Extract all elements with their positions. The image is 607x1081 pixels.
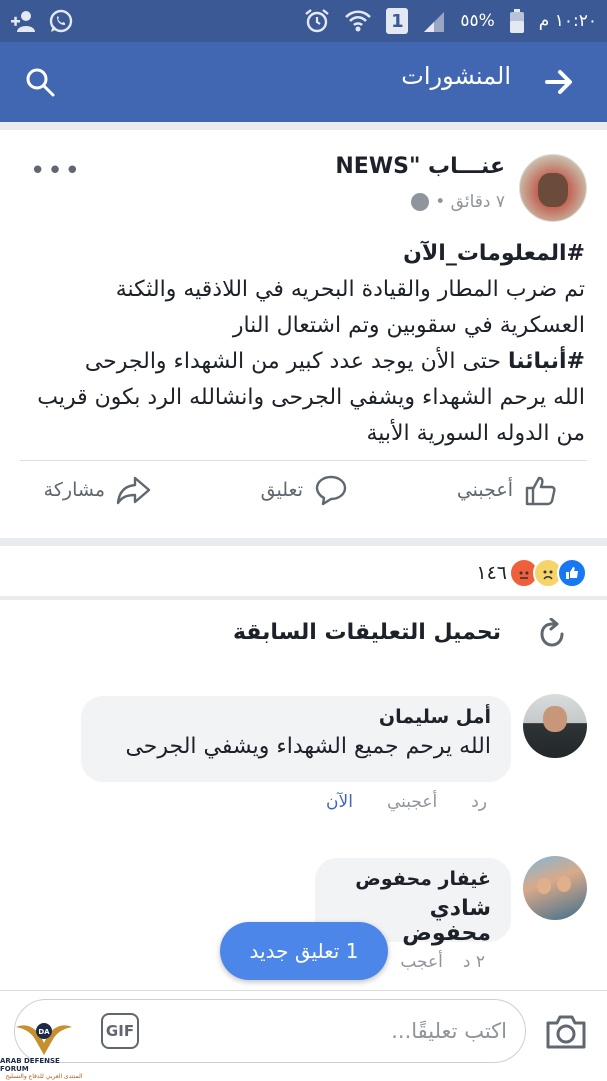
app-bar: المنشورات <box>0 42 607 122</box>
comment-like-button[interactable]: أعجب <box>400 952 443 972</box>
whatsapp-icon <box>48 8 74 34</box>
search-icon[interactable] <box>24 66 56 98</box>
commenter-avatar[interactable] <box>523 694 587 758</box>
svg-text:DA: DA <box>38 1028 50 1036</box>
comment-actions: ٢ د أعجب <box>400 952 485 972</box>
battery-percent: %٥٥ <box>460 11 495 31</box>
status-bar: ١٠:٢٠ م %٥٥ 1 <box>0 0 607 42</box>
commenter-avatar[interactable] <box>523 856 587 920</box>
post-hashtag[interactable]: #أنبائنا <box>508 349 585 374</box>
back-arrow-icon[interactable] <box>541 64 577 100</box>
thumbs-up-icon <box>525 476 556 506</box>
page-title: المنشورات <box>401 62 511 90</box>
share-button[interactable]: مشاركة <box>44 472 153 508</box>
add-contact-icon <box>10 9 36 33</box>
post-time: ٧ دقائق • <box>435 192 505 212</box>
comment-icon <box>315 475 347 506</box>
wifi-icon <box>344 9 372 33</box>
clock-text: ١٠:٢٠ م <box>538 11 597 31</box>
share-label: مشاركة <box>43 479 105 501</box>
post-line: تم ضرب المطار والقيادة البحريه في اللاذق… <box>115 277 585 302</box>
comment-placeholder: اكتب تعليقًا... <box>391 1019 507 1043</box>
post-line: من الدوله السورية الأبية <box>366 421 585 446</box>
more-options-icon[interactable]: ••• <box>30 156 82 186</box>
globe-icon <box>411 193 430 211</box>
comment-time: ٢ د <box>462 952 485 972</box>
sim-number: 1 <box>391 10 404 32</box>
comment-input[interactable]: اكتب تعليقًا... GIF <box>14 999 526 1063</box>
page-avatar[interactable] <box>519 154 587 222</box>
load-previous-comments[interactable]: تحميل التعليقات السابقة <box>233 620 501 645</box>
page-name[interactable]: عنـــاب "NEWS <box>335 154 505 179</box>
post-hashtag[interactable]: #المعلومات_الآن <box>18 236 585 272</box>
like-reaction-icon <box>557 558 587 588</box>
watermark-subtext: المنتدى العربي للدفاع والتسليح <box>5 1073 83 1080</box>
refresh-icon[interactable] <box>536 617 570 652</box>
forum-logo-icon: DA <box>16 1023 72 1055</box>
share-icon <box>116 476 151 505</box>
comment-label: تعليق <box>260 479 303 501</box>
comment-text: الله يرحم جميع الشهداء ويشفي الجرحى <box>125 734 491 759</box>
watermark-text: ARAB DEFENSE FORUM <box>0 1057 60 1073</box>
post-line: الله يرحم الشهداء ويشفي الجرحى وانشالله … <box>37 385 585 410</box>
comment-composer: اكتب تعليقًا... GIF <box>0 990 607 1081</box>
gif-button[interactable]: GIF <box>101 1013 139 1049</box>
comment-time: الآن <box>326 792 353 812</box>
post-line: #أنبائنا حتى الأن يوجد عدد كبير من الشهد… <box>84 349 585 374</box>
reaction-count: ١٤٦ <box>476 562 507 584</box>
comment-like-button[interactable]: أعجبني <box>387 792 437 812</box>
comment-bubble[interactable]: أمل سليمان الله يرحم جميع الشهداء ويشفي … <box>81 696 511 782</box>
forum-watermark-logo: DA ARAB DEFENSE FORUM المنتدى العربي للد… <box>0 1012 88 1080</box>
commenter-name[interactable]: غيفار محفوض <box>335 868 491 890</box>
comment-actions: رد أعجبني الآن <box>326 792 487 812</box>
like-label: أعجبني <box>456 479 513 501</box>
post-line: العسكرية في سقوبين وتم اشتعال النار <box>232 313 585 338</box>
reactions-bar[interactable]: ١٤٦ <box>0 546 607 596</box>
post-card: عنـــاب "NEWS ٧ دقائق • ••• #المعلومات_ا… <box>0 130 607 538</box>
post-actions: أعجبني تعليق مشاركة <box>0 472 607 522</box>
commenter-name[interactable]: أمل سليمان <box>101 706 491 728</box>
sim-icon: 1 <box>386 8 409 34</box>
like-button[interactable]: أعجبني <box>457 472 559 508</box>
post-body: #المعلومات_الآن تم ضرب المطار والقيادة ا… <box>18 236 585 452</box>
new-comment-pill[interactable]: 1 تعليق جديد <box>220 922 388 980</box>
divider <box>20 460 587 461</box>
comment-button[interactable]: تعليق <box>261 472 349 508</box>
reaction-summary[interactable]: ١٤٦ <box>476 558 587 588</box>
battery-icon <box>509 9 525 33</box>
reply-button[interactable]: رد <box>471 792 487 812</box>
post-meta: ٧ دقائق • <box>411 192 505 212</box>
signal-icon <box>422 10 446 32</box>
camera-icon[interactable] <box>544 1013 588 1051</box>
alarm-icon <box>304 8 330 34</box>
